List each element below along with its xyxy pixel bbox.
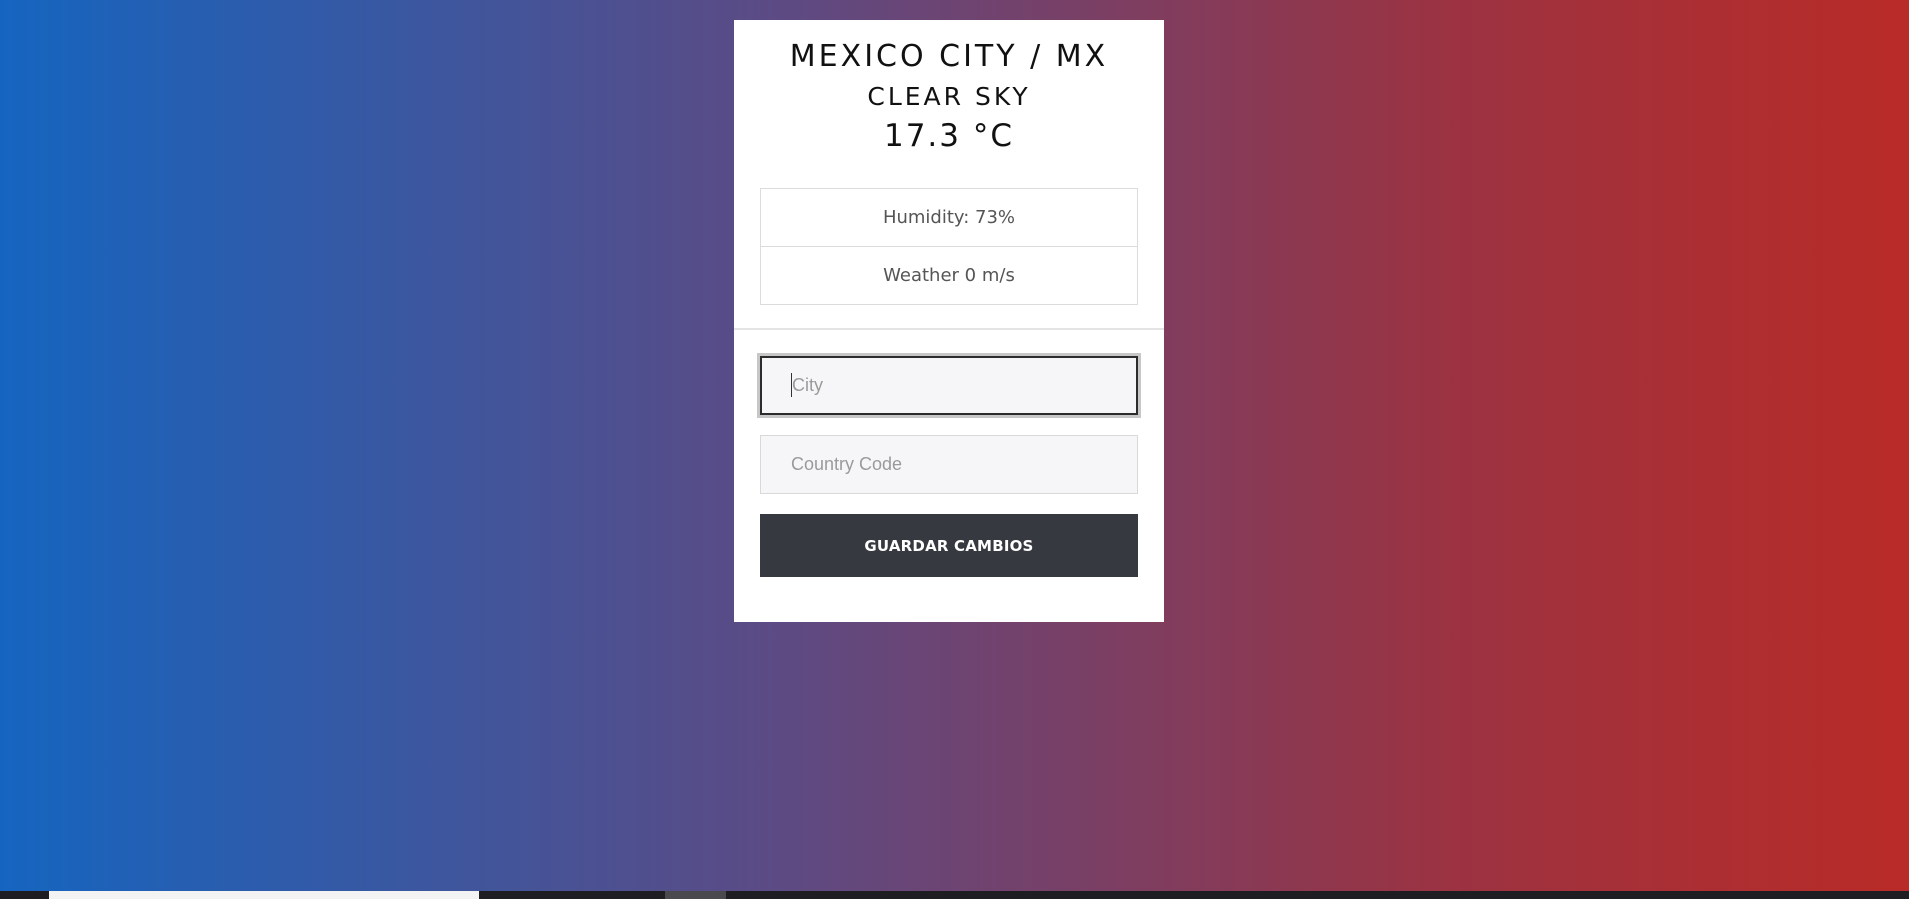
taskbar-active-app[interactable] — [665, 891, 726, 899]
weather-description: CLEAR SKY — [867, 82, 1031, 111]
city-input[interactable] — [760, 356, 1138, 415]
weather-details-list: Humidity: 73% Weather 0 m/s — [760, 188, 1138, 305]
weather-header: MEXICO CITY / MX CLEAR SKY 17.3 °C — [734, 20, 1164, 152]
wind-item: Weather 0 m/s — [761, 246, 1137, 304]
temperature-value: 17.3 °C — [883, 118, 1015, 154]
humidity-item: Humidity: 73% — [882, 207, 1016, 228]
location-title: MEXICO CITY / MX — [789, 39, 1109, 74]
text-cursor — [791, 373, 792, 397]
taskbar — [0, 891, 1909, 899]
country-code-input[interactable] — [760, 435, 1138, 494]
section-divider — [734, 328, 1164, 330]
save-changes-button[interactable]: GUARDAR CAMBIOS — [760, 514, 1138, 577]
taskbar-search-box[interactable] — [49, 891, 479, 899]
weather-card: MEXICO CITY / MX CLEAR SKY 17.3 °C Humid… — [734, 20, 1164, 622]
